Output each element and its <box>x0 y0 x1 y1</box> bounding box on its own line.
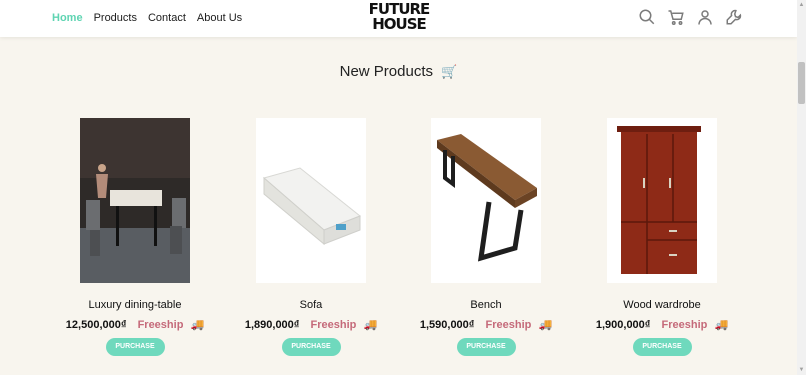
section-title: New Products 🛒 <box>0 63 797 80</box>
price-row: 1,590,000₫ Freeship 🚚 <box>396 318 576 332</box>
purchase-button[interactable]: PURCHASE <box>456 338 516 356</box>
user-icon[interactable] <box>696 8 714 26</box>
freeship-label: Freeship <box>310 319 357 331</box>
nav-about-us[interactable]: About Us <box>197 12 242 24</box>
main-nav: Home Products Contact About Us <box>52 12 242 24</box>
nav-contact[interactable]: Contact <box>148 12 186 24</box>
product-image-dining-table[interactable] <box>80 118 190 283</box>
shopping-cart-icon: 🛒 <box>441 64 458 79</box>
header-icons <box>638 8 743 26</box>
section-title-text: New Products <box>339 63 433 80</box>
product-name[interactable]: Wood wardrobe <box>572 299 752 313</box>
freeship-label: Freeship <box>137 319 184 331</box>
product-name[interactable]: Sofa <box>221 299 401 313</box>
price-row: 12,500,000₫ Freeship 🚚 <box>45 318 225 332</box>
logo[interactable]: FUTURE HOUSE <box>367 2 431 32</box>
product-price: 1,900,000₫ <box>595 319 651 331</box>
price-row: 1,890,000₫ Freeship 🚚 <box>221 318 401 332</box>
purchase-button[interactable]: PURCHASE <box>632 338 692 356</box>
product-image-wardrobe[interactable] <box>607 118 717 283</box>
product-image-sofa[interactable] <box>256 118 366 283</box>
purchase-button[interactable]: PURCHASE <box>281 338 341 356</box>
truck-icon: 🚚 <box>538 319 553 331</box>
nav-products[interactable]: Products <box>94 12 137 24</box>
top-header: Home Products Contact About Us FUTURE HO… <box>0 0 797 37</box>
price-row: 1,900,000₫ Freeship 🚚 <box>572 318 752 332</box>
product-name[interactable]: Luxury dining-table <box>45 299 225 313</box>
purchase-button[interactable]: PURCHASE <box>105 338 165 356</box>
cart-icon[interactable] <box>667 8 685 26</box>
scroll-up-arrow-icon[interactable]: ▲ <box>797 0 806 10</box>
truck-icon: 🚚 <box>714 319 729 331</box>
page-scrollbar[interactable]: ▲ ▼ <box>797 0 806 375</box>
nav-home[interactable]: Home <box>52 12 83 24</box>
truck-icon: 🚚 <box>363 319 378 331</box>
scroll-down-arrow-icon[interactable]: ▼ <box>797 365 806 375</box>
scrollbar-thumb[interactable] <box>798 62 805 104</box>
wrench-icon[interactable] <box>725 8 743 26</box>
product-image-bench[interactable] <box>431 118 541 283</box>
search-icon[interactable] <box>638 8 656 26</box>
product-card: Bench 1,590,000₫ Freeship 🚚 PURCHASE <box>396 118 576 356</box>
truck-icon: 🚚 <box>190 319 205 331</box>
product-price: 1,890,000₫ <box>244 319 300 331</box>
freeship-label: Freeship <box>485 319 532 331</box>
product-card: Luxury dining-table 12,500,000₫ Freeship… <box>45 118 225 356</box>
product-name[interactable]: Bench <box>396 299 576 313</box>
product-card: Wood wardrobe 1,900,000₫ Freeship 🚚 PURC… <box>572 118 752 356</box>
product-price: 1,590,000₫ <box>419 319 475 331</box>
product-card: Sofa 1,890,000₫ Freeship 🚚 PURCHASE <box>221 118 401 356</box>
freeship-label: Freeship <box>661 319 708 331</box>
product-price: 12,500,000₫ <box>65 319 127 331</box>
logo-line-2: HOUSE <box>372 15 427 33</box>
